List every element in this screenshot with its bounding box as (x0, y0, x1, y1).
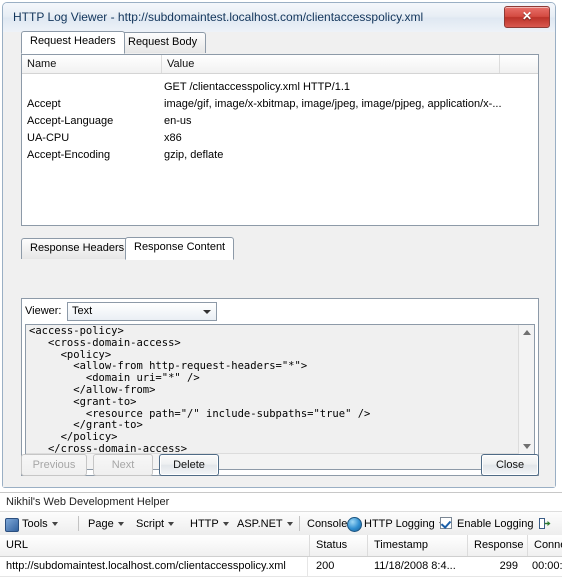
enable-logging-checkbox[interactable] (440, 517, 452, 529)
tab-response-headers-label: Response Headers (30, 242, 125, 254)
cell-timestamp: 11/18/2008 8:4... (374, 560, 456, 572)
menu-tools[interactable]: Tools (22, 515, 58, 533)
globe-icon[interactable] (347, 517, 362, 532)
previous-button[interactable]: Previous (21, 454, 87, 476)
request-headers-grid-header: Name Value (22, 55, 538, 74)
response-content-textarea[interactable]: <access-policy> <cross-domain-access> <p… (25, 324, 535, 470)
scroll-up-icon[interactable] (523, 330, 531, 335)
header-value: x86 (164, 132, 182, 144)
http-log-grid: URL Status Timestamp Response ... Connec… (0, 535, 562, 583)
tab-request-headers-label: Request Headers (30, 35, 116, 47)
column-header-timestamp[interactable]: Timestamp (368, 535, 468, 556)
viewer-selected-value: Text (72, 305, 93, 317)
header-name: UA-CPU (27, 132, 70, 144)
menu-http[interactable]: HTTP (190, 515, 229, 533)
menu-page-label: Page (88, 518, 114, 530)
http-log-viewer-dialog: HTTP Log Viewer - http://subdomaintest.l… (2, 2, 556, 488)
cell-connection: 00:00:001 (532, 560, 562, 572)
table-row[interactable]: Accept image/gif, image/x-xbitmap, image… (22, 96, 538, 112)
next-button[interactable]: Next (93, 454, 153, 476)
column-header-spacer[interactable] (500, 55, 538, 73)
column-header-value[interactable]: Value (162, 55, 500, 73)
console-label: Console: (307, 518, 351, 530)
table-row[interactable]: Accept-Language en-us (22, 113, 538, 129)
close-dialog-button[interactable]: Close (481, 454, 539, 476)
menu-script[interactable]: Script (136, 515, 175, 533)
cell-status: 200 (316, 560, 335, 572)
dialog-title: HTTP Log Viewer - http://subdomaintest.l… (13, 10, 424, 24)
header-value: gzip, deflate (164, 149, 224, 161)
helper-toolbar: Tools Page Script HTTP ASP.NET Console: … (0, 511, 562, 536)
request-tabstrip: Request Headers Request Body (21, 31, 539, 54)
enable-logging-label: Enable Logging (457, 518, 534, 530)
response-content-text: <access-policy> <cross-domain-access> <p… (29, 325, 371, 467)
menu-http-logging-label: HTTP Logging (364, 518, 435, 530)
tab-response-headers[interactable]: Response Headers (21, 238, 134, 259)
menu-aspnet[interactable]: ASP.NET (237, 515, 293, 533)
tab-request-body-label: Request Body (128, 36, 198, 48)
toolbar-separator (78, 516, 79, 531)
tab-request-body[interactable]: Request Body (119, 32, 207, 53)
header-name: Accept (27, 98, 61, 110)
header-name: Accept-Language (27, 115, 114, 127)
tab-response-content-label: Response Content (134, 241, 226, 253)
delete-button[interactable]: Delete (159, 454, 219, 476)
toolbar-separator (299, 516, 300, 531)
dialog-body: Request Headers Request Body Name Value … (3, 31, 555, 487)
viewer-select[interactable]: Text (67, 302, 217, 321)
export-icon[interactable] (538, 517, 551, 530)
column-header-url[interactable]: URL (0, 535, 310, 556)
tools-icon[interactable] (5, 518, 19, 532)
tab-request-headers[interactable]: Request Headers (21, 31, 125, 54)
vertical-scrollbar[interactable] (518, 325, 534, 454)
table-row[interactable]: GET /clientaccesspolicy.xml HTTP/1.1 (22, 79, 538, 95)
web-development-helper: Nikhil's Web Development Helper Tools Pa… (0, 492, 562, 583)
table-row[interactable]: http://subdomaintest.localhost.com/clien… (0, 557, 562, 577)
viewer-label: Viewer: (25, 305, 62, 317)
table-row[interactable]: UA-CPU x86 (22, 130, 538, 146)
cell-response: 299 (499, 560, 518, 572)
response-tabstrip: Response Headers Response Content (21, 237, 539, 260)
chevron-down-icon (222, 522, 229, 527)
column-header-response[interactable]: Response ... (468, 535, 528, 556)
helper-title: Nikhil's Web Development Helper (6, 496, 170, 508)
menu-page[interactable]: Page (88, 515, 124, 533)
scroll-down-icon[interactable] (523, 444, 531, 449)
menu-http-logging[interactable]: HTTP Logging (364, 515, 445, 533)
close-icon: ✕ (521, 9, 533, 23)
header-value: en-us (164, 115, 192, 127)
chevron-down-icon (117, 522, 124, 527)
menu-tools-label: Tools (22, 518, 48, 530)
header-value: image/gif, image/x-xbitmap, image/jpeg, … (164, 98, 502, 110)
cell-url: http://subdomaintest.localhost.com/clien… (0, 557, 308, 576)
column-header-name[interactable]: Name (22, 55, 162, 73)
table-row[interactable]: Accept-Encoding gzip, deflate (22, 147, 538, 163)
chevron-down-icon (168, 522, 175, 527)
chevron-down-icon (203, 310, 211, 314)
column-header-connection[interactable]: Connection (528, 535, 562, 556)
menu-aspnet-label: ASP.NET (237, 518, 283, 530)
menu-http-label: HTTP (190, 518, 219, 530)
request-headers-grid: Name Value GET /clientaccesspolicy.xml H… (21, 54, 539, 226)
header-name: Accept-Encoding (27, 149, 111, 161)
tab-response-content[interactable]: Response Content (125, 237, 235, 260)
column-header-status[interactable]: Status (310, 535, 368, 556)
chevron-down-icon (51, 522, 58, 527)
close-button[interactable]: ✕ (504, 6, 550, 28)
log-grid-header: URL Status Timestamp Response ... Connec… (0, 535, 562, 557)
header-value: GET /clientaccesspolicy.xml HTTP/1.1 (164, 81, 351, 93)
dialog-titlebar[interactable]: HTTP Log Viewer - http://subdomaintest.l… (3, 3, 555, 33)
menu-script-label: Script (136, 518, 165, 530)
chevron-down-icon (286, 522, 293, 527)
